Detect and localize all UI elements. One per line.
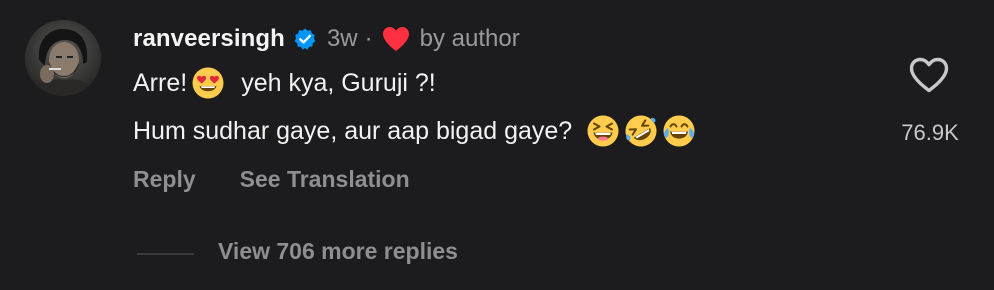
rolling-on-floor-laughing-emoji-icon bbox=[624, 114, 658, 148]
avatar-image bbox=[25, 20, 101, 96]
comment-actions: Reply See Translation bbox=[133, 166, 410, 193]
see-translation-button[interactable]: See Translation bbox=[240, 166, 410, 193]
comment-text-part: Arre! bbox=[133, 68, 188, 97]
laughing-emoji-icon bbox=[586, 114, 620, 148]
red-heart-icon bbox=[381, 25, 411, 53]
like-count: 76.9K bbox=[901, 120, 959, 145]
heart-eyes-emoji-icon bbox=[191, 66, 225, 100]
view-more-replies-button[interactable]: View 706 more replies bbox=[218, 238, 458, 265]
like-heart-outline-icon[interactable] bbox=[908, 56, 950, 94]
replies-divider bbox=[137, 253, 194, 255]
comment-text-line-1: Arre! yeh kya, Guruji ?! bbox=[133, 64, 436, 102]
reply-button[interactable]: Reply bbox=[133, 166, 196, 193]
comment-text-part: yeh kya, Guruji ?! bbox=[241, 68, 436, 97]
separator-dot: · bbox=[364, 25, 373, 52]
comment-header: ranveersingh 3w · by author bbox=[133, 22, 520, 56]
liked-by-author-label: by author bbox=[419, 25, 520, 52]
comment-text-line-2: Hum sudhar gaye, aur aap bigad gaye? bbox=[133, 112, 696, 150]
timestamp: 3w bbox=[326, 25, 358, 52]
verified-badge-icon bbox=[293, 27, 317, 51]
face-with-tears-of-joy-emoji-icon bbox=[662, 114, 696, 148]
username[interactable]: ranveersingh bbox=[133, 25, 285, 53]
avatar[interactable] bbox=[25, 20, 101, 96]
comment-text-part: Hum sudhar gaye, aur aap bigad gaye? bbox=[133, 116, 573, 145]
